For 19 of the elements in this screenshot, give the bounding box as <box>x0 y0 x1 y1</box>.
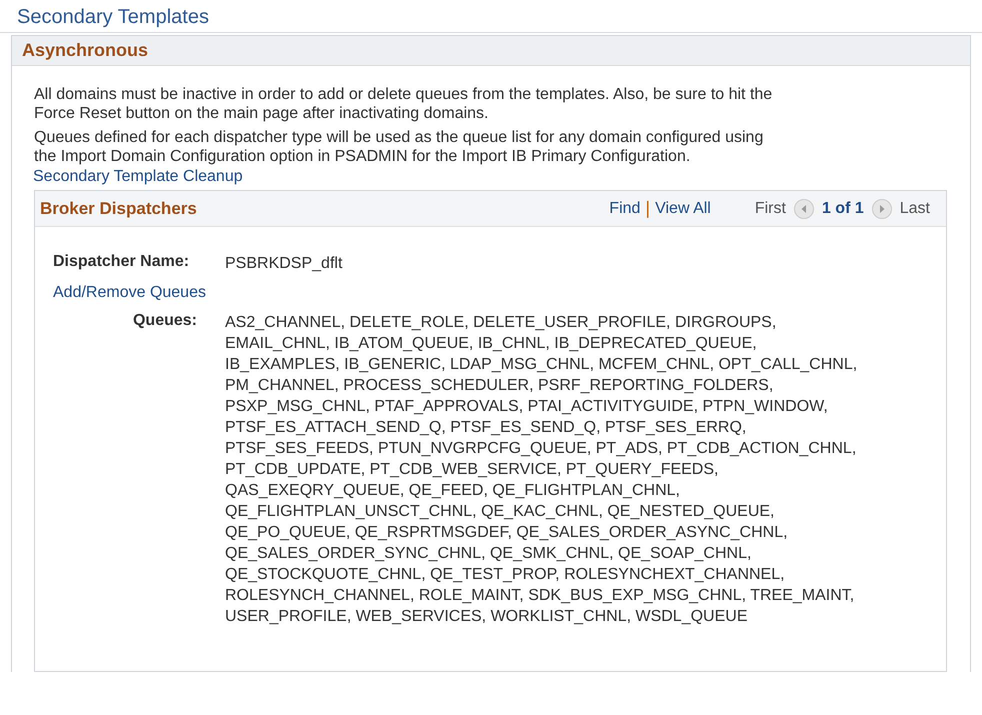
page-title: Secondary Templates <box>0 0 982 33</box>
link-separator: | <box>645 198 650 219</box>
view-all-link[interactable]: View All <box>655 200 711 218</box>
grid-title: Broker Dispatchers <box>40 198 198 218</box>
section-title: Asynchronous <box>12 36 970 66</box>
info-paragraph: All domains must be inactive in order to add or delete queues from the templates. Also, be sure to hit the Force Reset button on the main page after inactivating domains. <box>33 85 774 123</box>
field-label: Queues: <box>132 312 198 331</box>
cleanup-link[interactable]: Secondary Template Cleanup <box>33 168 243 186</box>
info-paragraph: Queues defined for each dispatcher type will be used as the queue list for any domain configured using the Import Domain Configuration option in PSADMIN for the Import IB Primary Configuration. <box>33 128 764 166</box>
previous-icon[interactable] <box>794 198 814 218</box>
find-link[interactable]: Find <box>609 200 640 218</box>
field-value: PSBRKDSP_dflt <box>225 254 344 274</box>
page-counter: 1 of 1 <box>822 200 864 218</box>
first-label: First <box>754 200 786 218</box>
last-label: Last <box>900 200 930 218</box>
next-icon[interactable] <box>872 198 892 218</box>
field-value: AS2_CHANNEL, DELETE_ROLE, DELETE_USER_PROFILE, DIRGROUPS, EMAIL_CHNL, IB_ATOM_QUEUE, IB_CHNL, IB_DEPRECATED_QUEUE, IB_EXAMPLES, IB_GENERIC, LDAP_MSG_CHNL, MCFEM_CHNL, OPT_CALL_CHNL, PM_CHANNEL, PROCESS_SCHEDULER, PSRF_REPORTING_FOLDERS, PSXP_MSG_CHNL, PTAF_APPROVALS, PTAI_ACTIVITYGUIDE, PTPN_WINDOW, PTSF_ES_ATTACH_SEND_Q, PTSF_ES_SEND_Q, PTSF_SES_ERRQ, PTSF_SES_FEEDS, PTUN_NVGRPCFG_QUEUE, PT_ADS, PT_CDB_ACTION_CHNL, PT_CDB_UPDATE, PT_CDB_WEB_SERVICE, PT_QUERY_FEEDS, QAS_EXEQRY_QUEUE, QE_FEED, QE_FLIGHTPLAN_CHNL, QE_FLIGHTPLAN_UNSCT_CHNL, QE_KAC_CHNL, QE_NESTED_QUEUE, QE_PO_QUEUE, QE_RSPRTMSGDEF, QE_SALES_ORDER_ASYNC_CHNL, QE_SALES_ORDER_SYNC_CHNL, QE_SMK_CHNL, QE_SOAP_CHNL, QE_STOCKQUOTE_CHNL, QE_TEST_PROP, ROLESYNCHEXT_CHANNEL, ROLESYNCH_CHANNEL, ROLE_MAINT, SDK_BUS_EXP_MSG_CHNL, TREE_MAINT, USER_PROFILE, WEB_SERVICES, WORKLIST_CHNL, WSDL_QUEUE <box>225 313 858 627</box>
add-remove-queues-link[interactable]: Add/Remove Queues <box>53 284 946 302</box>
field-label: Dispatcher Name: <box>53 253 190 272</box>
